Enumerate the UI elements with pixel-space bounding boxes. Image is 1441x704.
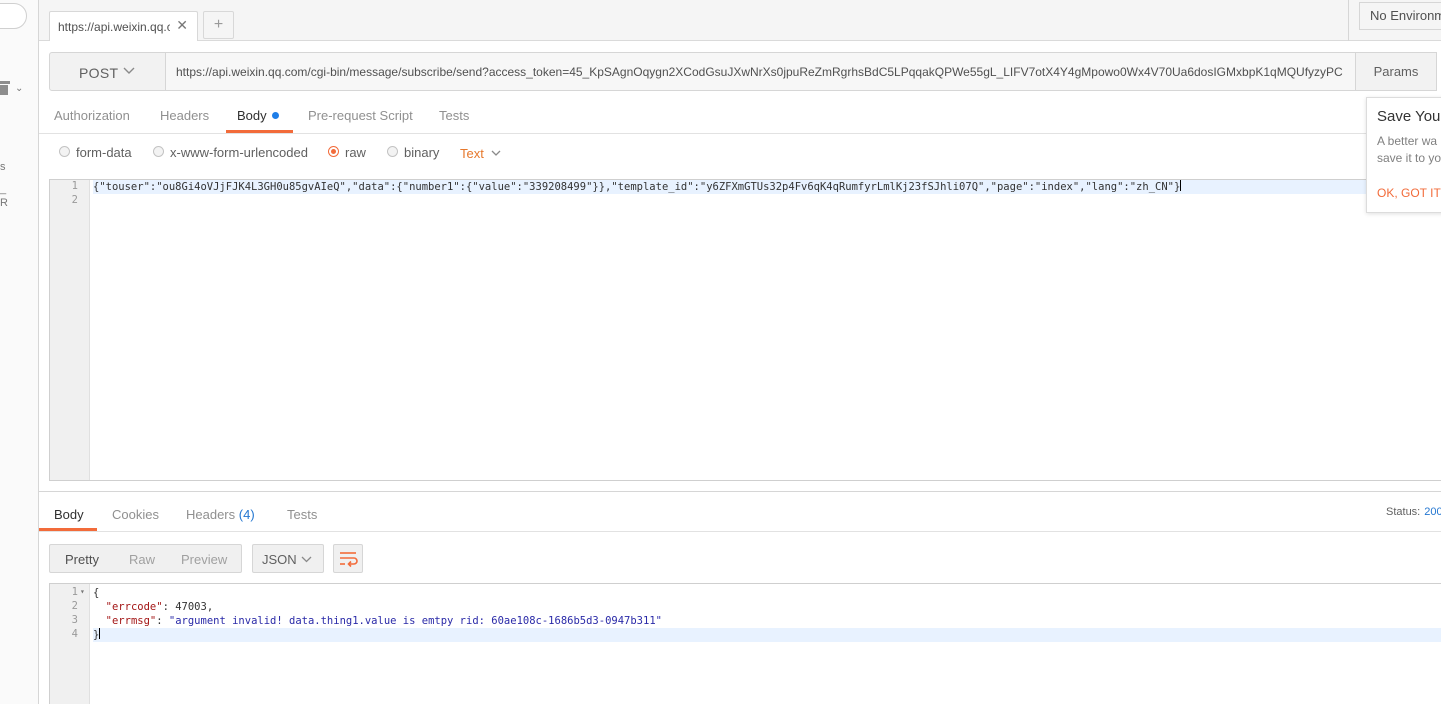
request-tab-title: https://api.weixin.qq.com/cgi-bin/messag… [58,20,170,34]
status-label: Status: [1386,506,1421,518]
json-key: "errcode" [105,601,163,613]
code-line: } [93,628,1441,642]
code-line: {"touser":"ou8Gi4oVJjFJK4L3GH0u85gvAIeQ"… [93,180,1441,194]
save-request-popover: Save Your A better wa save it to yo OK, … [1366,97,1441,213]
radio-checked-icon [328,146,339,157]
close-icon[interactable]: ✕ [176,17,188,34]
raw-format-select[interactable]: Text [460,146,501,161]
active-tab-indicator [226,130,293,133]
response-tab-cookies[interactable]: Cookies [112,507,159,522]
status-value: 200 [1424,506,1441,518]
text-cursor [99,628,101,639]
radio-x-www-form-urlencoded[interactable]: x-www-form-urlencoded [153,145,308,160]
fold-arrow-icon[interactable]: ▾ [80,587,85,596]
line-number-gutter: 1 2 [50,180,90,480]
code-line: "errmsg": "argument invalid! data.thing1… [105,615,662,627]
request-body-editor[interactable]: 1 2 {"touser":"ou8Gi4oVJjFJK4L3GH0u85gvA… [49,179,1441,481]
radio-icon [153,146,164,157]
modified-dot-icon [271,112,279,119]
radio-form-data[interactable]: form-data [59,145,132,160]
pane-divider[interactable] [39,491,1441,492]
method-select[interactable]: POST [49,52,166,91]
chevron-down-icon [491,150,501,156]
popover-description: A better wa save it to yo [1377,133,1441,167]
json-value: "argument invalid! data.thing1.value is … [168,615,662,627]
response-status: Status: 200 [1386,506,1441,518]
request-tab[interactable]: https://api.weixin.qq.com/cgi-bin/messag… [49,11,198,41]
format-label: JSON [262,552,297,567]
headers-count: (4) [238,507,255,522]
radio-label: form-data [76,145,132,160]
environment-select[interactable]: No Environment [1359,2,1441,30]
ok-got-it-button[interactable]: OK, GOT IT! [1377,186,1441,200]
request-tab-bar: https://api.weixin.qq.com/cgi-bin/messag… [39,0,1441,41]
popover-description-line: A better wa [1377,134,1438,148]
active-tab-indicator [39,528,97,531]
line-number: 2 [71,600,78,612]
line-number: 1 [71,180,78,192]
url-input[interactable]: https://api.weixin.qq.com/cgi-bin/messag… [165,52,1356,91]
sidebar-text-fragment: _ [0,183,7,195]
raw-format-label: Text [460,146,484,161]
radio-icon [387,146,398,157]
response-tab-tests[interactable]: Tests [287,507,317,522]
tab-body[interactable]: Body [237,108,279,123]
divider [1348,0,1349,41]
chevron-down-icon[interactable]: ⌄ [15,83,23,94]
response-body-viewer[interactable]: 1 ▾ 2 3 4 { "errcode": 47003, "errmsg": … [49,583,1441,704]
radio-label: raw [345,145,366,160]
line-number: 2 [71,194,78,206]
radio-binary[interactable]: binary [387,145,439,160]
sidebar-text-fragment: R [0,197,8,209]
request-tabs: Authorization Headers Body Pre-request S… [39,99,1441,134]
sidebar: ⌄ s _ R [0,0,39,704]
line-number: 1 [71,586,78,598]
response-tabs: Body Cookies Headers (4) Tests Status: 20… [39,498,1441,532]
trash-icon[interactable] [0,81,10,95]
new-tab-button[interactable]: + [203,11,234,39]
popover-title: Save Your [1377,108,1441,125]
response-view-toggle: Pretty Raw Preview [49,544,242,573]
chevron-down-icon [123,67,135,74]
method-label: POST [79,65,119,81]
response-tab-body[interactable]: Body [54,507,84,522]
radio-label: binary [404,145,440,160]
radio-label: x-www-form-urlencoded [170,145,308,160]
view-preview-button[interactable]: Preview [181,552,227,567]
code-line: "errcode": 47003, [105,601,214,613]
request-body-text: {"touser":"ou8Gi4oVJjFJK4L3GH0u85gvAIeQ"… [93,181,1181,193]
response-format-select[interactable]: JSON [252,544,324,573]
response-tab-headers[interactable]: Headers (4) [186,507,255,522]
url-bar: POST https://api.weixin.qq.com/cgi-bin/m… [49,52,1441,91]
response-tab-headers-label: Headers [186,507,236,522]
line-number-gutter: 1 ▾ 2 3 4 [50,584,90,704]
wrap-icon [340,552,358,568]
tab-body-label: Body [237,108,267,123]
sidebar-text-fragment: s [0,161,6,173]
text-cursor [1180,180,1182,191]
chevron-down-icon [301,556,312,563]
tab-tests[interactable]: Tests [439,108,469,123]
tab-pre-request-script[interactable]: Pre-request Script [308,108,413,123]
body-type-options: form-data x-www-form-urlencoded raw bina… [49,143,569,165]
line-number: 4 [71,628,78,640]
sidebar-search-pill[interactable] [0,3,27,29]
wrap-lines-button[interactable] [333,544,363,573]
tab-authorization[interactable]: Authorization [54,108,130,123]
radio-raw[interactable]: raw [328,145,366,160]
json-value: 47003 [175,601,207,613]
radio-icon [59,146,70,157]
line-number: 3 [71,614,78,626]
tab-headers[interactable]: Headers [160,108,209,123]
json-key: "errmsg" [105,615,157,627]
params-button[interactable]: Params [1355,52,1437,91]
code-line: { [93,587,100,599]
popover-description-line: save it to yo [1377,151,1441,165]
view-pretty-button[interactable]: Pretty [65,552,99,567]
view-raw-button[interactable]: Raw [129,552,155,567]
